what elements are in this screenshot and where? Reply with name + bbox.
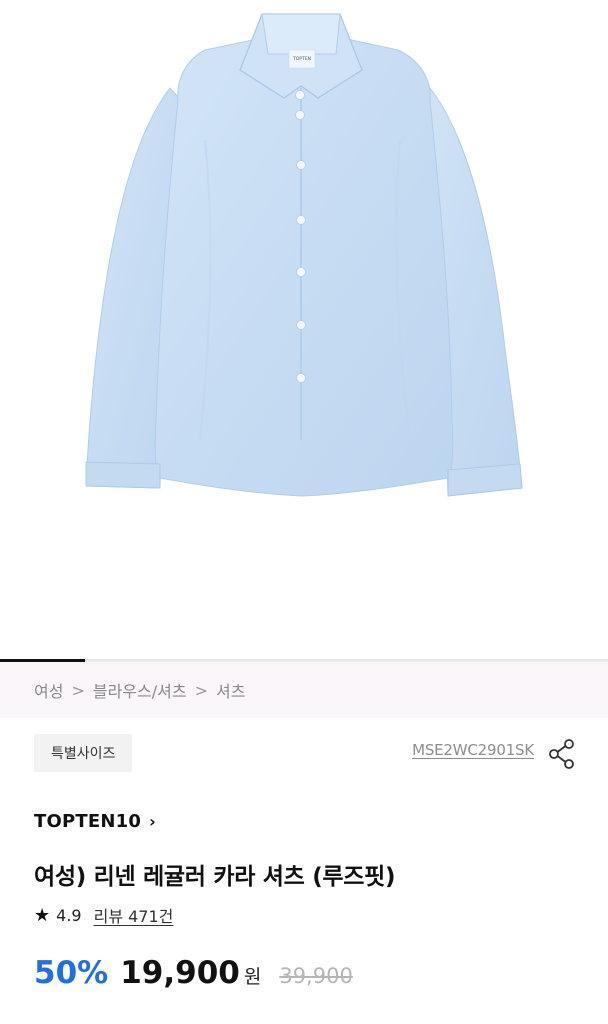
collar-label-text: TOPTEN (292, 56, 311, 62)
currency-unit: 원 (243, 966, 262, 988)
original-price: 39,900 (279, 964, 353, 988)
breadcrumb-item-women[interactable]: 여성 (34, 678, 63, 702)
product-image-gallery[interactable]: TOPTEN (0, 0, 608, 660)
product-title: 여성) 리넨 레귤러 카라 셔츠 (루즈핏) (34, 864, 396, 890)
discount-rate: 50% (34, 955, 109, 991)
breadcrumb: 여성 > 블라우스/셔츠 > 셔츠 (0, 662, 608, 718)
brand-link[interactable]: TOPTEN10 › (34, 811, 156, 832)
breadcrumb-item-shirts[interactable]: 셔츠 (216, 678, 245, 702)
review-count-link[interactable]: 리뷰 471건 (94, 903, 174, 927)
share-icon (549, 739, 574, 769)
sale-price: 19,900 (120, 955, 240, 991)
product-image: TOPTEN (85, 13, 523, 497)
share-button[interactable] (548, 738, 576, 770)
chevron-right-icon: › (149, 812, 156, 831)
breadcrumb-separator: > (71, 680, 85, 700)
breadcrumb-separator: > (194, 680, 208, 700)
product-code-link[interactable]: MSE2WC2901SK (412, 741, 534, 759)
brand-name: TOPTEN10 (34, 811, 142, 832)
rating-row: ★ 4.9 리뷰 471건 (34, 903, 173, 927)
special-size-badge: 특별사이즈 (34, 734, 133, 772)
rating-value: 4.9 (56, 905, 82, 925)
price-row: 50% 19,900 원 39,900 (34, 955, 353, 991)
breadcrumb-item-blouse-shirts[interactable]: 블라우스/셔츠 (93, 678, 187, 702)
star-icon: ★ (34, 904, 51, 926)
